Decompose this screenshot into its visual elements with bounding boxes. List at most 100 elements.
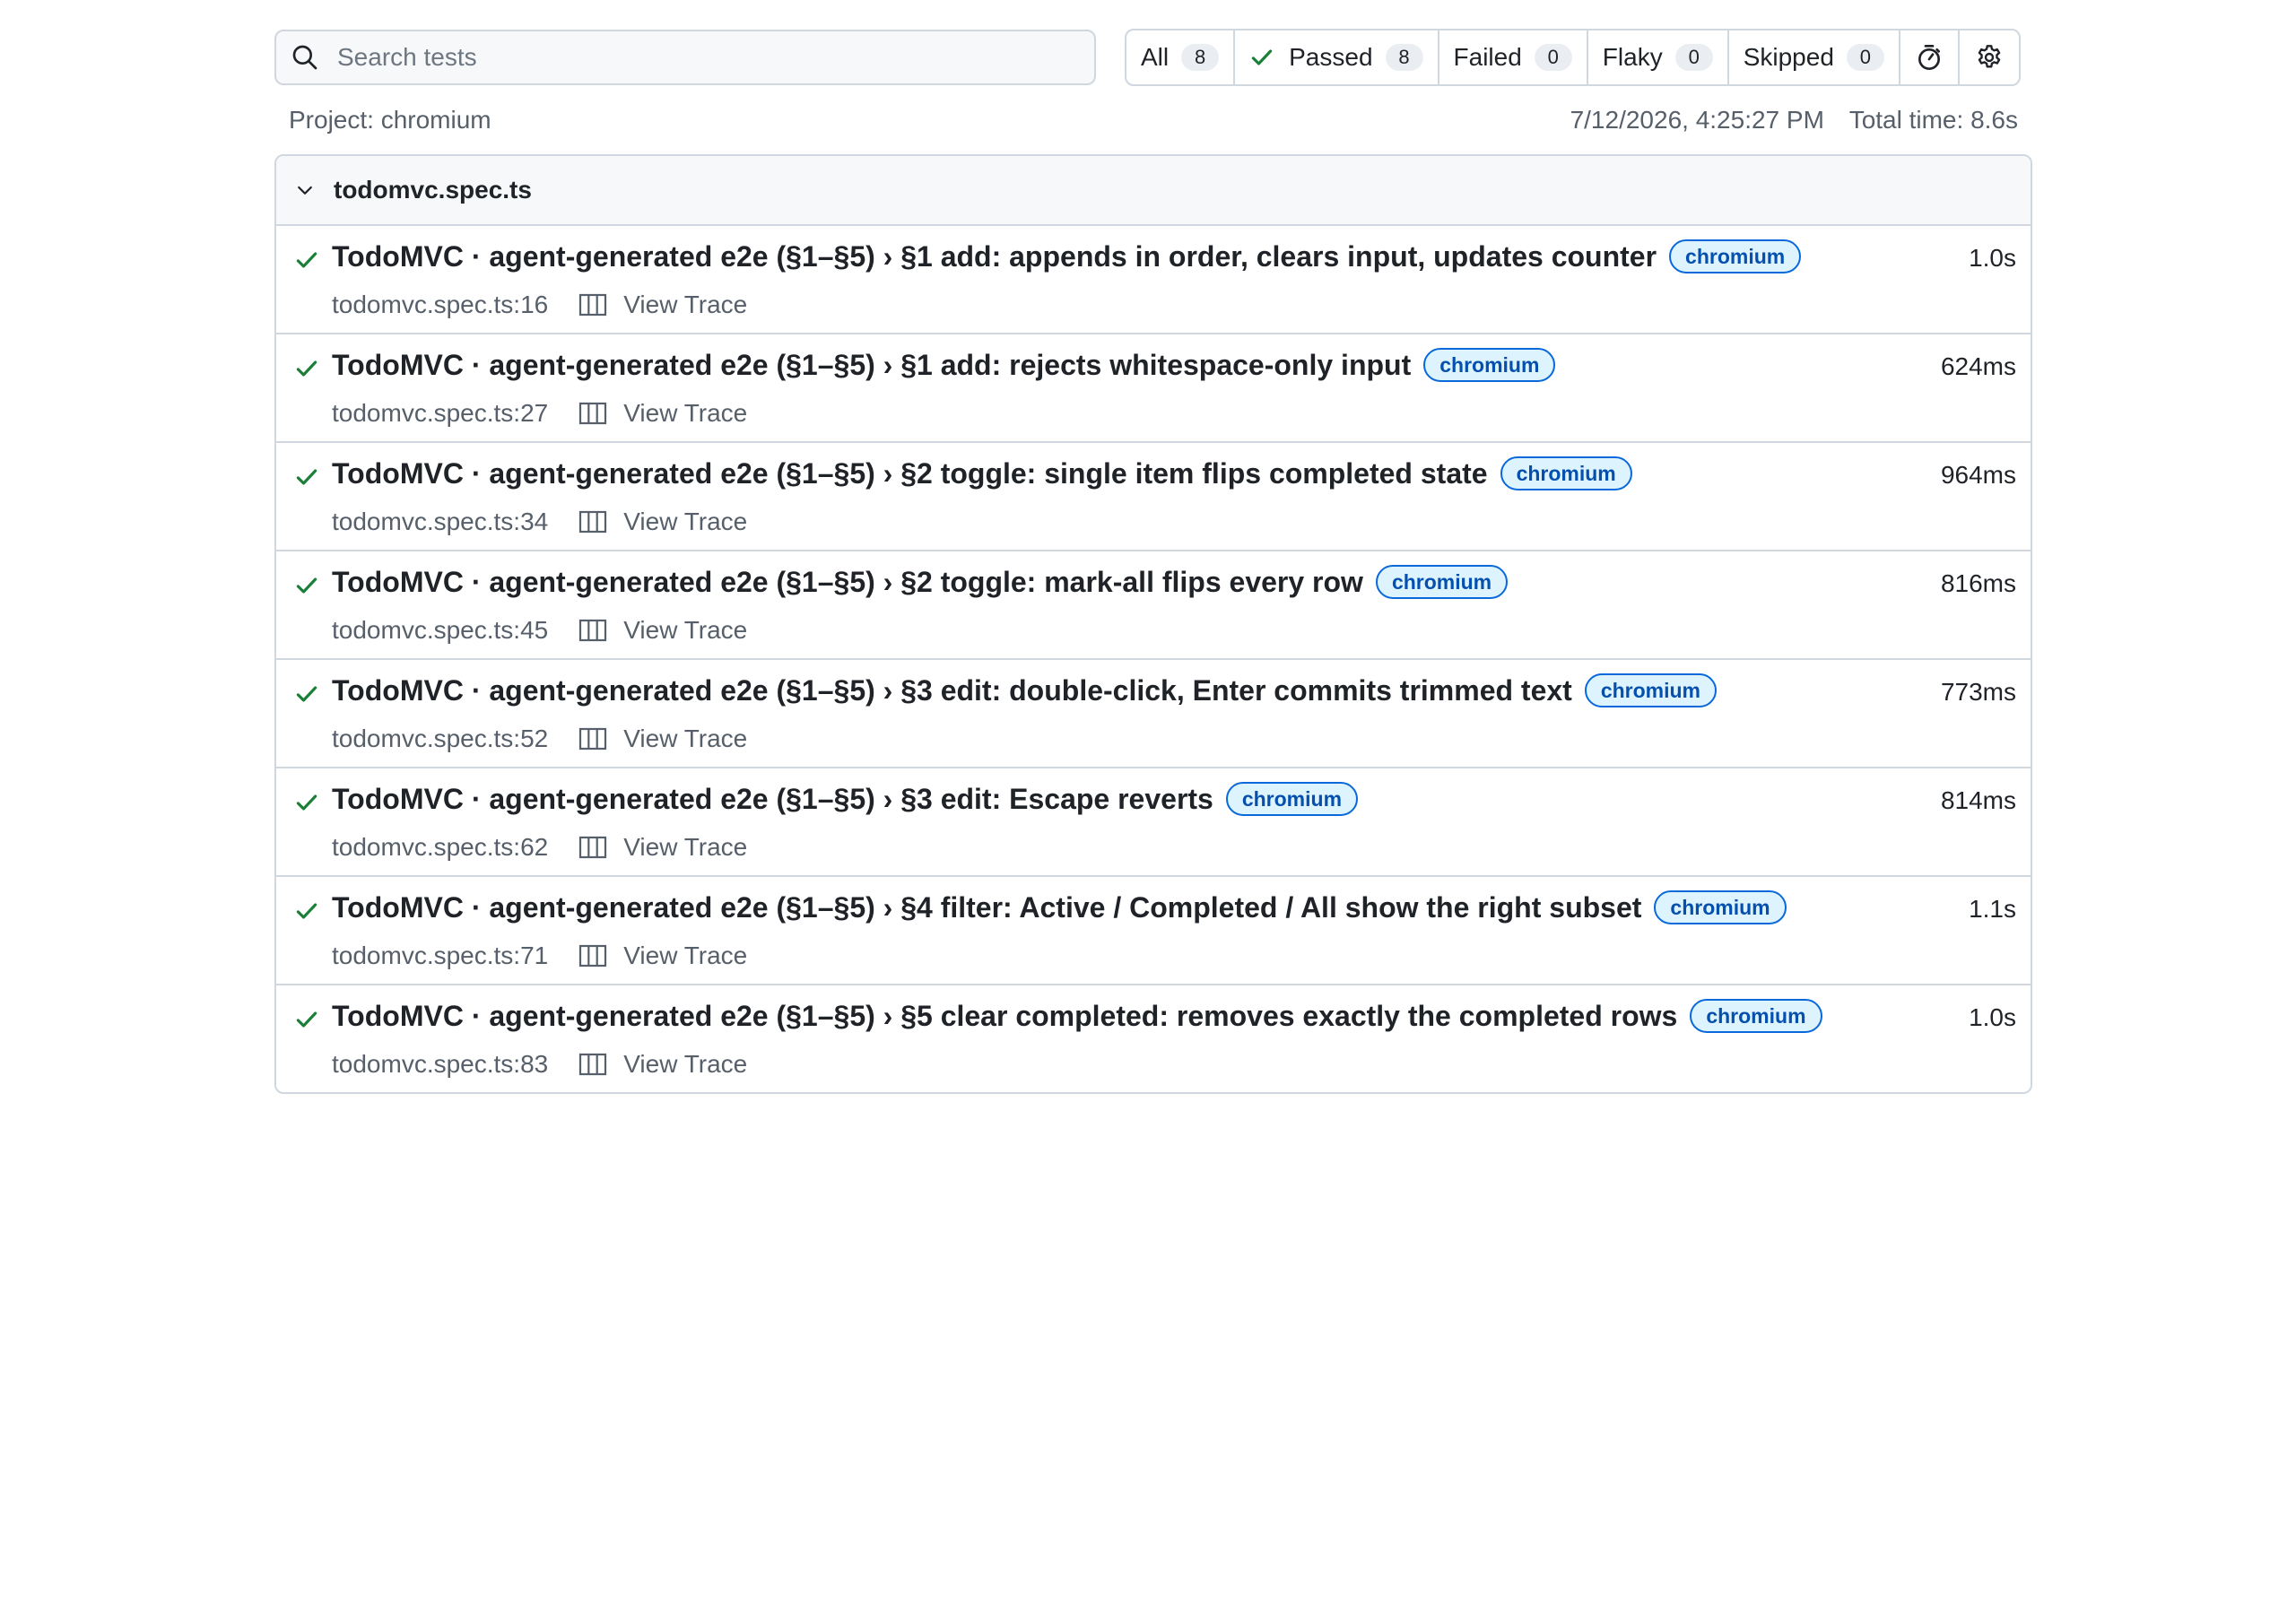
- filter-skipped[interactable]: Skipped 0: [1729, 30, 1900, 84]
- project-tag[interactable]: chromium: [1225, 782, 1359, 816]
- filter-all-count: 8: [1181, 44, 1220, 71]
- test-duration: 624ms: [1940, 352, 2016, 380]
- test-duration: 816ms: [1940, 569, 2016, 597]
- view-trace-link[interactable]: View Trace: [578, 833, 747, 862]
- project-tag[interactable]: chromium: [1423, 348, 1556, 382]
- check-icon: [296, 1011, 317, 1028]
- view-trace-link[interactable]: View Trace: [578, 508, 747, 536]
- run-info: 7/12/2026, 4:25:27 PM Total time: 8.6s: [1570, 102, 2018, 138]
- view-trace-label: View Trace: [623, 725, 748, 752]
- trace-icon: [579, 727, 607, 751]
- trace-icon: [579, 1053, 607, 1076]
- speedboard-button[interactable]: [1900, 30, 1960, 84]
- filter-flaky-count: 0: [1674, 44, 1713, 71]
- test-title[interactable]: TodoMVC · agent-generated e2e (§1–§5) › …: [332, 240, 1657, 273]
- test-title[interactable]: TodoMVC · agent-generated e2e (§1–§5) › …: [332, 349, 1411, 382]
- test-title[interactable]: TodoMVC · agent-generated e2e (§1–§5) › …: [332, 457, 1488, 490]
- search-input[interactable]: [335, 34, 1074, 81]
- view-trace-label: View Trace: [623, 508, 748, 535]
- test-title[interactable]: TodoMVC · agent-generated e2e (§1–§5) › …: [332, 566, 1363, 599]
- project-tag[interactable]: chromium: [1500, 456, 1632, 490]
- test-row[interactable]: TodoMVC · agent-generated e2e (§1–§5) › …: [276, 334, 2031, 443]
- check-icon: [1251, 49, 1273, 65]
- test-location: todomvc.spec.ts:45: [332, 616, 549, 644]
- test-row[interactable]: TodoMVC · agent-generated e2e (§1–§5) › …: [276, 660, 2031, 768]
- test-row[interactable]: TodoMVC · agent-generated e2e (§1–§5) › …: [276, 985, 2031, 1092]
- trace-icon: [579, 293, 607, 317]
- test-location: todomvc.spec.ts:62: [332, 833, 549, 861]
- file-group-title: todomvc.spec.ts: [334, 176, 532, 204]
- view-trace-label: View Trace: [623, 1050, 748, 1078]
- test-duration: 1.1s: [1969, 895, 2016, 923]
- check-icon: [296, 577, 317, 594]
- view-trace-label: View Trace: [623, 833, 748, 861]
- search-box[interactable]: [274, 30, 1096, 85]
- test-row[interactable]: TodoMVC · agent-generated e2e (§1–§5) › …: [276, 443, 2031, 551]
- test-row[interactable]: TodoMVC · agent-generated e2e (§1–§5) › …: [276, 877, 2031, 985]
- view-trace-label: View Trace: [623, 616, 748, 644]
- view-trace-link[interactable]: View Trace: [578, 941, 747, 970]
- trace-icon: [579, 510, 607, 534]
- search-icon: [292, 45, 317, 70]
- settings-button[interactable]: [1960, 30, 2019, 84]
- filter-skipped-count: 0: [1846, 44, 1884, 71]
- test-duration: 814ms: [1940, 786, 2016, 814]
- test-location: todomvc.spec.ts:16: [332, 291, 549, 318]
- stopwatch-icon: [1918, 45, 1940, 70]
- test-duration: 1.0s: [1969, 1003, 2016, 1031]
- filter-flaky-label: Flaky: [1602, 43, 1663, 71]
- filter-all[interactable]: All 8: [1126, 30, 1236, 84]
- view-trace-link[interactable]: View Trace: [578, 1050, 747, 1079]
- view-trace-label: View Trace: [623, 399, 748, 427]
- test-location: todomvc.spec.ts:34: [332, 508, 549, 535]
- project-label: Project: chromium: [289, 106, 491, 134]
- test-duration: 773ms: [1940, 678, 2016, 706]
- test-title[interactable]: TodoMVC · agent-generated e2e (§1–§5) › …: [332, 674, 1572, 707]
- filter-skipped-label: Skipped: [1743, 43, 1834, 71]
- file-group-header[interactable]: todomvc.spec.ts: [276, 156, 2031, 226]
- view-trace-link[interactable]: View Trace: [578, 291, 747, 319]
- view-trace-link[interactable]: View Trace: [578, 616, 747, 645]
- filter-failed[interactable]: Failed 0: [1439, 30, 1588, 84]
- trace-icon: [579, 836, 607, 859]
- gear-icon: [1978, 45, 2001, 68]
- test-row[interactable]: TodoMVC · agent-generated e2e (§1–§5) › …: [276, 768, 2031, 877]
- check-icon: [296, 252, 317, 268]
- test-title[interactable]: TodoMVC · agent-generated e2e (§1–§5) › …: [332, 783, 1213, 816]
- view-trace-link[interactable]: View Trace: [578, 725, 747, 753]
- filter-flaky[interactable]: Flaky 0: [1588, 30, 1729, 84]
- test-title[interactable]: TodoMVC · agent-generated e2e (§1–§5) › …: [332, 891, 1641, 924]
- test-list: TodoMVC · agent-generated e2e (§1–§5) › …: [276, 226, 2031, 1092]
- test-row[interactable]: TodoMVC · agent-generated e2e (§1–§5) › …: [276, 226, 2031, 334]
- test-row[interactable]: TodoMVC · agent-generated e2e (§1–§5) › …: [276, 551, 2031, 660]
- project-tag[interactable]: chromium: [1669, 239, 1802, 273]
- view-trace-label: View Trace: [623, 291, 748, 318]
- test-location: todomvc.spec.ts:71: [332, 941, 549, 969]
- project-tag[interactable]: chromium: [1584, 673, 1718, 707]
- report-page: All 8 Passed 8 Failed 0 Flaky 0 Skipped …: [274, 29, 2032, 1094]
- view-trace-label: View Trace: [623, 941, 748, 969]
- run-timestamp: 7/12/2026, 4:25:27 PM: [1570, 106, 1824, 134]
- test-title[interactable]: TodoMVC · agent-generated e2e (§1–§5) › …: [332, 1000, 1677, 1033]
- status-filters: All 8 Passed 8 Failed 0 Flaky 0 Skipped …: [1125, 29, 2021, 86]
- project-tag[interactable]: chromium: [1654, 890, 1787, 924]
- total-time: Total time: 8.6s: [1848, 106, 2018, 134]
- filter-failed-count: 0: [1534, 44, 1572, 71]
- test-location: todomvc.spec.ts:27: [332, 399, 549, 427]
- chevron-down-icon[interactable]: [294, 179, 316, 201]
- filter-passed[interactable]: Passed 8: [1235, 30, 1439, 84]
- test-location: todomvc.spec.ts:52: [332, 725, 549, 752]
- project-tag[interactable]: chromium: [1690, 999, 1822, 1033]
- filter-failed-label: Failed: [1453, 43, 1522, 71]
- check-icon: [296, 360, 317, 377]
- test-location: todomvc.spec.ts:83: [332, 1050, 549, 1078]
- test-duration: 964ms: [1940, 461, 2016, 489]
- report-meta: Project: chromium 7/12/2026, 4:25:27 PM …: [274, 102, 2032, 138]
- filter-passed-count: 8: [1385, 44, 1423, 71]
- filter-all-label: All: [1141, 43, 1170, 71]
- check-icon: [296, 903, 317, 919]
- trace-icon: [579, 619, 607, 642]
- test-duration: 1.0s: [1969, 244, 2016, 272]
- project-tag[interactable]: chromium: [1375, 565, 1509, 599]
- view-trace-link[interactable]: View Trace: [578, 399, 747, 428]
